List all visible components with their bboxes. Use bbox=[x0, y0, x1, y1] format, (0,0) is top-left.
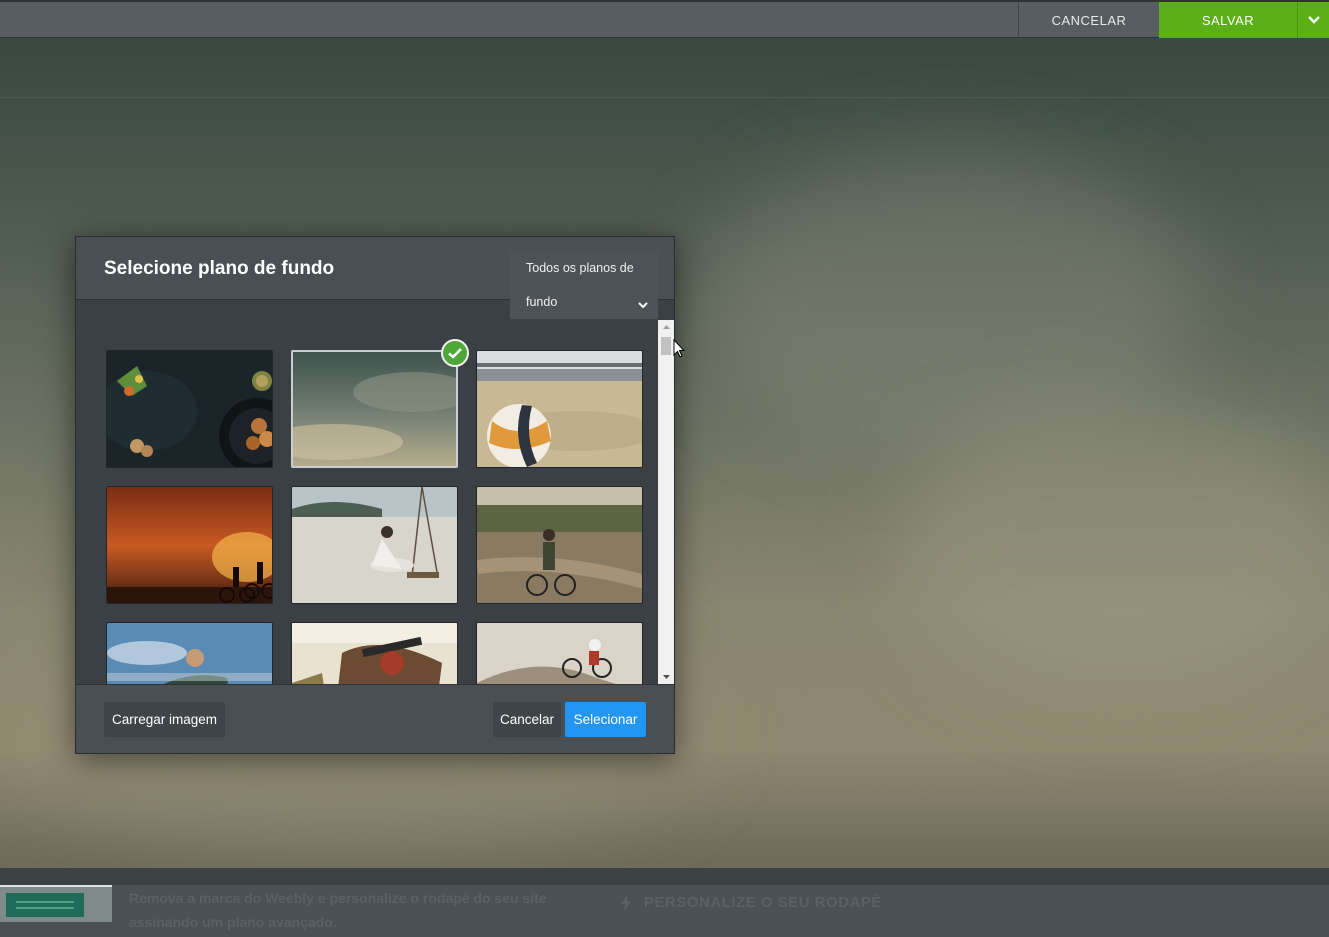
selected-check-icon bbox=[441, 339, 469, 367]
scrollbar-thumb[interactable] bbox=[661, 337, 671, 355]
customize-footer-link[interactable]: PERSONALIZE O SEU RODAPÉ bbox=[620, 894, 882, 911]
dialog-footer: Carregar imagem Cancelar Selecionar bbox=[76, 684, 674, 753]
background-cloud bbox=[900, 400, 1329, 700]
select-value-line1: Todos os planos de bbox=[526, 261, 634, 275]
cancel-button[interactable]: CANCELAR bbox=[1018, 2, 1159, 38]
site-footer-promo: Remova a marca do Weebly e personalize o… bbox=[0, 868, 1329, 937]
footer-promo-text: Remova a marca do Weebly e personalize o… bbox=[129, 890, 547, 930]
scroll-down-arrow-icon[interactable] bbox=[658, 670, 674, 684]
dialog-select-button[interactable]: Selecionar bbox=[565, 702, 646, 737]
customize-footer-label[interactable]: PERSONALIZE O SEU RODAPÉ bbox=[644, 894, 882, 911]
save-button[interactable]: SALVAR bbox=[1159, 2, 1297, 38]
background-picker-dialog: Selecione plano de fundo Todos os planos… bbox=[75, 236, 675, 754]
chevron-down-icon bbox=[1307, 16, 1320, 24]
dialog-cancel-button[interactable]: Cancelar bbox=[493, 702, 561, 737]
section-divider bbox=[0, 97, 1329, 98]
background-cloud bbox=[700, 150, 1200, 450]
editor-toolbar: CANCELAR SALVAR bbox=[0, 0, 1329, 38]
thumbnail-volleyball-beach-pier[interactable] bbox=[476, 350, 643, 468]
thumbnail-food-dark-table[interactable] bbox=[106, 350, 273, 468]
thumbnail-bmx-rider-rocks[interactable] bbox=[476, 622, 643, 684]
thumbnail-sunset-cyclists[interactable] bbox=[106, 486, 273, 604]
chevron-down-icon bbox=[638, 302, 648, 309]
footer-preview-thumbnail bbox=[0, 885, 112, 922]
lightning-icon bbox=[621, 894, 631, 911]
background-category-select[interactable]: Todos os planos de fundo bbox=[510, 251, 658, 319]
scroll-up-arrow-icon[interactable] bbox=[658, 320, 674, 334]
dialog-title: Selecione plano de fundo bbox=[104, 258, 335, 279]
upload-image-button[interactable]: Carregar imagem bbox=[104, 702, 225, 737]
save-options-button[interactable] bbox=[1297, 2, 1329, 38]
thumbnail-mountain-biker-closeup[interactable] bbox=[291, 622, 458, 684]
thumbnail-scrollbar[interactable] bbox=[658, 320, 674, 684]
footer-strip bbox=[0, 868, 1329, 885]
thumbnail-beach-swing[interactable] bbox=[291, 486, 458, 604]
thumbnail-cloudy-sky[interactable] bbox=[291, 350, 458, 468]
thumbnail-cyclist-dirt-road[interactable] bbox=[476, 486, 643, 604]
thumbnail-man-blue-sky[interactable] bbox=[106, 622, 273, 684]
thumbnail-grid bbox=[76, 301, 658, 684]
mouse-cursor-icon bbox=[673, 339, 685, 358]
